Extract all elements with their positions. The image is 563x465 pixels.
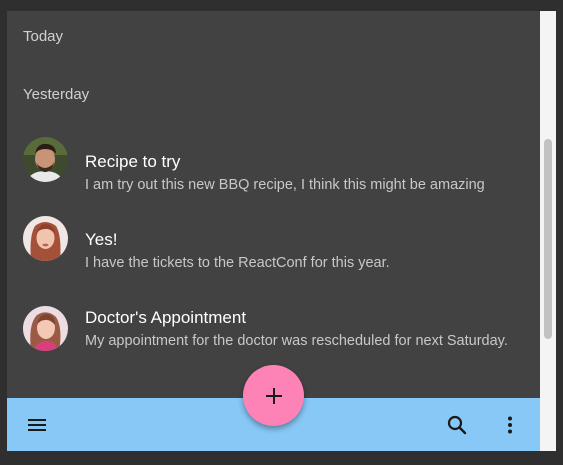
scrollbar-thumb[interactable] [544, 139, 552, 339]
more-options-button[interactable] [492, 407, 528, 443]
item-body: I have the tickets to the ReactConf for … [85, 255, 390, 271]
menu-icon [28, 419, 46, 431]
search-icon [447, 415, 467, 435]
avatar [23, 137, 68, 182]
scrollbar[interactable] [540, 11, 556, 451]
more-vert-icon [508, 416, 512, 434]
list-item[interactable]: Recipe to try I am try out this new BBQ … [7, 123, 540, 201]
search-button[interactable] [439, 407, 475, 443]
avatar [23, 216, 68, 261]
subheader-yesterday: Yesterday [23, 86, 90, 103]
item-body: I am try out this new BBQ recipe, I thin… [85, 177, 485, 193]
add-icon [265, 387, 282, 404]
avatar [23, 306, 68, 351]
subheader-today: Today [23, 28, 64, 45]
item-body: My appointment for the doctor was resche… [85, 333, 508, 349]
add-fab[interactable] [243, 365, 304, 426]
list-item[interactable]: Doctor's Appointment My appointment for … [7, 279, 540, 379]
item-title: Doctor's Appointment [85, 308, 247, 327]
man-with-beard-avatar [23, 137, 68, 182]
item-title: Recipe to try [85, 152, 181, 171]
item-title: Yes! [85, 230, 118, 249]
woman-pink-avatar [23, 306, 68, 351]
menu-button[interactable] [19, 407, 55, 443]
list-item[interactable]: Yes! I have the tickets to the ReactConf… [7, 201, 540, 279]
woman-long-hair-avatar [23, 216, 68, 261]
